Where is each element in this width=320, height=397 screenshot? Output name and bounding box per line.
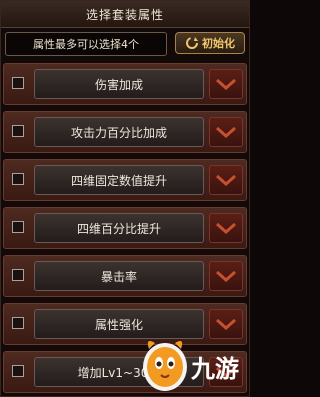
- attribute-label: 攻击力百分比加成: [70, 125, 167, 140]
- attribute-row: 伤害加成: [3, 63, 247, 105]
- attribute-label: 四维固定数值提升: [70, 173, 167, 188]
- reset-button[interactable]: 初始化: [175, 32, 245, 54]
- refresh-icon: [186, 37, 198, 49]
- attribute-label: 属性强化: [94, 317, 143, 332]
- attribute-dropdown-button[interactable]: [209, 165, 243, 195]
- attribute-dropdown-button[interactable]: [209, 261, 243, 291]
- attribute-label: 暴击率: [100, 269, 137, 284]
- title-bar: 选择套装属性: [1, 1, 249, 28]
- attribute-dropdown-button[interactable]: [209, 213, 243, 243]
- attribute-row: 暴击率: [3, 255, 247, 297]
- selection-limit-text: 属性最多可以选择4个: [33, 38, 139, 51]
- attribute-label: 四维百分比提升: [76, 221, 161, 236]
- ninegame-watermark-logo: 九游: [143, 341, 239, 391]
- panel-title: 选择套装属性: [85, 7, 164, 22]
- attribute-label: 伤害加成: [94, 77, 143, 92]
- attribute-row: 四维百分比提升: [3, 207, 247, 249]
- attribute-checkbox[interactable]: [12, 77, 24, 89]
- attribute-row: 四维固定数值提升: [3, 159, 247, 201]
- attribute-label-box: 攻击力百分比加成: [34, 117, 204, 147]
- chevron-down-icon: [216, 270, 236, 282]
- attribute-dropdown-button[interactable]: [209, 117, 243, 147]
- attribute-checkbox[interactable]: [12, 221, 24, 233]
- attribute-label-box: 四维固定数值提升: [34, 165, 204, 195]
- chevron-down-icon: [216, 126, 236, 138]
- chevron-down-icon: [216, 174, 236, 186]
- watermark-text: 九游: [190, 355, 239, 383]
- info-row: 属性最多可以选择4个 初始化: [5, 32, 245, 56]
- attribute-dropdown-button[interactable]: [209, 69, 243, 99]
- chevron-down-icon: [216, 222, 236, 234]
- chevron-down-icon: [216, 78, 236, 90]
- reset-label: 初始化: [202, 37, 235, 50]
- attribute-checkbox[interactable]: [12, 269, 24, 281]
- attribute-checkbox[interactable]: [12, 317, 24, 329]
- selection-limit-box: 属性最多可以选择4个: [5, 32, 167, 56]
- attribute-checkbox[interactable]: [12, 173, 24, 185]
- suit-attribute-panel: 选择套装属性 属性最多可以选择4个 初始化 伤害加成 攻击力百分比加成 四维固定…: [0, 0, 250, 397]
- attribute-label-box: 四维百分比提升: [34, 213, 204, 243]
- attribute-checkbox[interactable]: [12, 125, 24, 137]
- attribute-row: 攻击力百分比加成: [3, 111, 247, 153]
- attribute-label-box: 伤害加成: [34, 69, 204, 99]
- attribute-checkbox[interactable]: [12, 365, 24, 377]
- attribute-label-box: 暴击率: [34, 261, 204, 291]
